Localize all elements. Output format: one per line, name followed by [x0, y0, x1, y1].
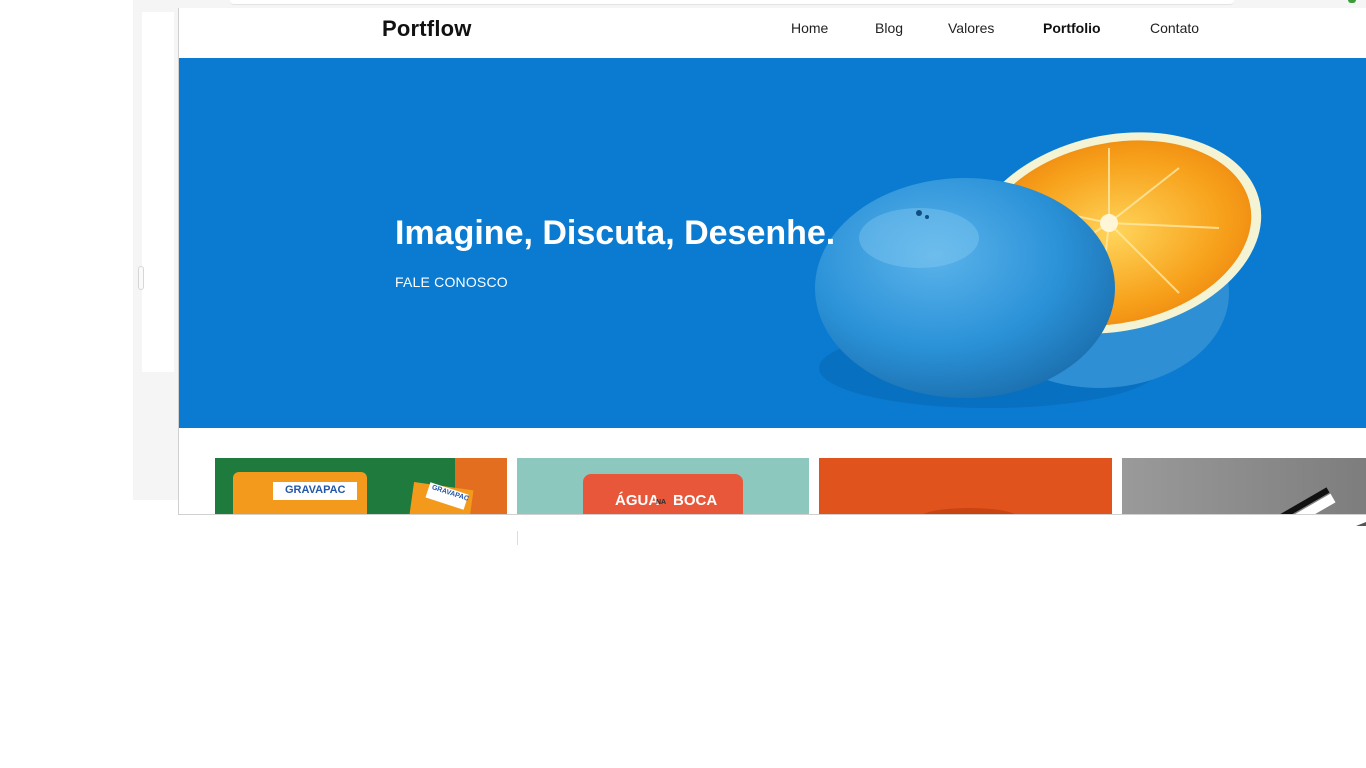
panel-resize-handle[interactable]	[138, 266, 144, 290]
card-title-boca: BOCA	[673, 492, 718, 509]
contact-cta-link[interactable]: FALE CONOSCO	[395, 274, 508, 290]
portfolio-card-orange[interactable]	[819, 458, 1112, 514]
portfolio-card-agua-na-boca[interactable]: ÁGUA NA BOCA	[517, 458, 809, 514]
nav-item-portfolio[interactable]: Portfolio	[1043, 20, 1101, 36]
top-bar-strip	[230, 0, 1234, 5]
hero-fruit-image	[815, 132, 1262, 408]
nav-item-home[interactable]: Home	[791, 20, 828, 36]
hero-title: Imagine, Discuta, Desenhe.	[395, 214, 836, 252]
corner-arrow-icon	[1356, 522, 1366, 526]
website-frame: Portflow Home Blog Valores Portfolio Con…	[178, 8, 1366, 515]
portfolio-card-gravapac[interactable]: GRAVAPAC GRAVAPAC	[215, 458, 507, 514]
nav-item-contato[interactable]: Contato	[1150, 20, 1199, 36]
nav-item-blog[interactable]: Blog	[875, 20, 903, 36]
site-navbar: Portflow Home Blog Valores Portfolio Con…	[179, 8, 1366, 58]
divider-tick	[517, 531, 518, 545]
side-panel	[142, 12, 174, 372]
brand-logo[interactable]: Portflow	[382, 16, 472, 42]
card-title-agua: ÁGUA	[615, 492, 660, 509]
card-brand-label: GRAVAPAC	[285, 484, 346, 496]
card-title-na: NA	[656, 499, 667, 506]
nav-item-valores[interactable]: Valores	[948, 20, 994, 36]
hero-banner: Imagine, Discuta, Desenhe. FALE CONOSCO	[179, 58, 1366, 428]
portfolio-card-gray[interactable]	[1122, 458, 1366, 514]
